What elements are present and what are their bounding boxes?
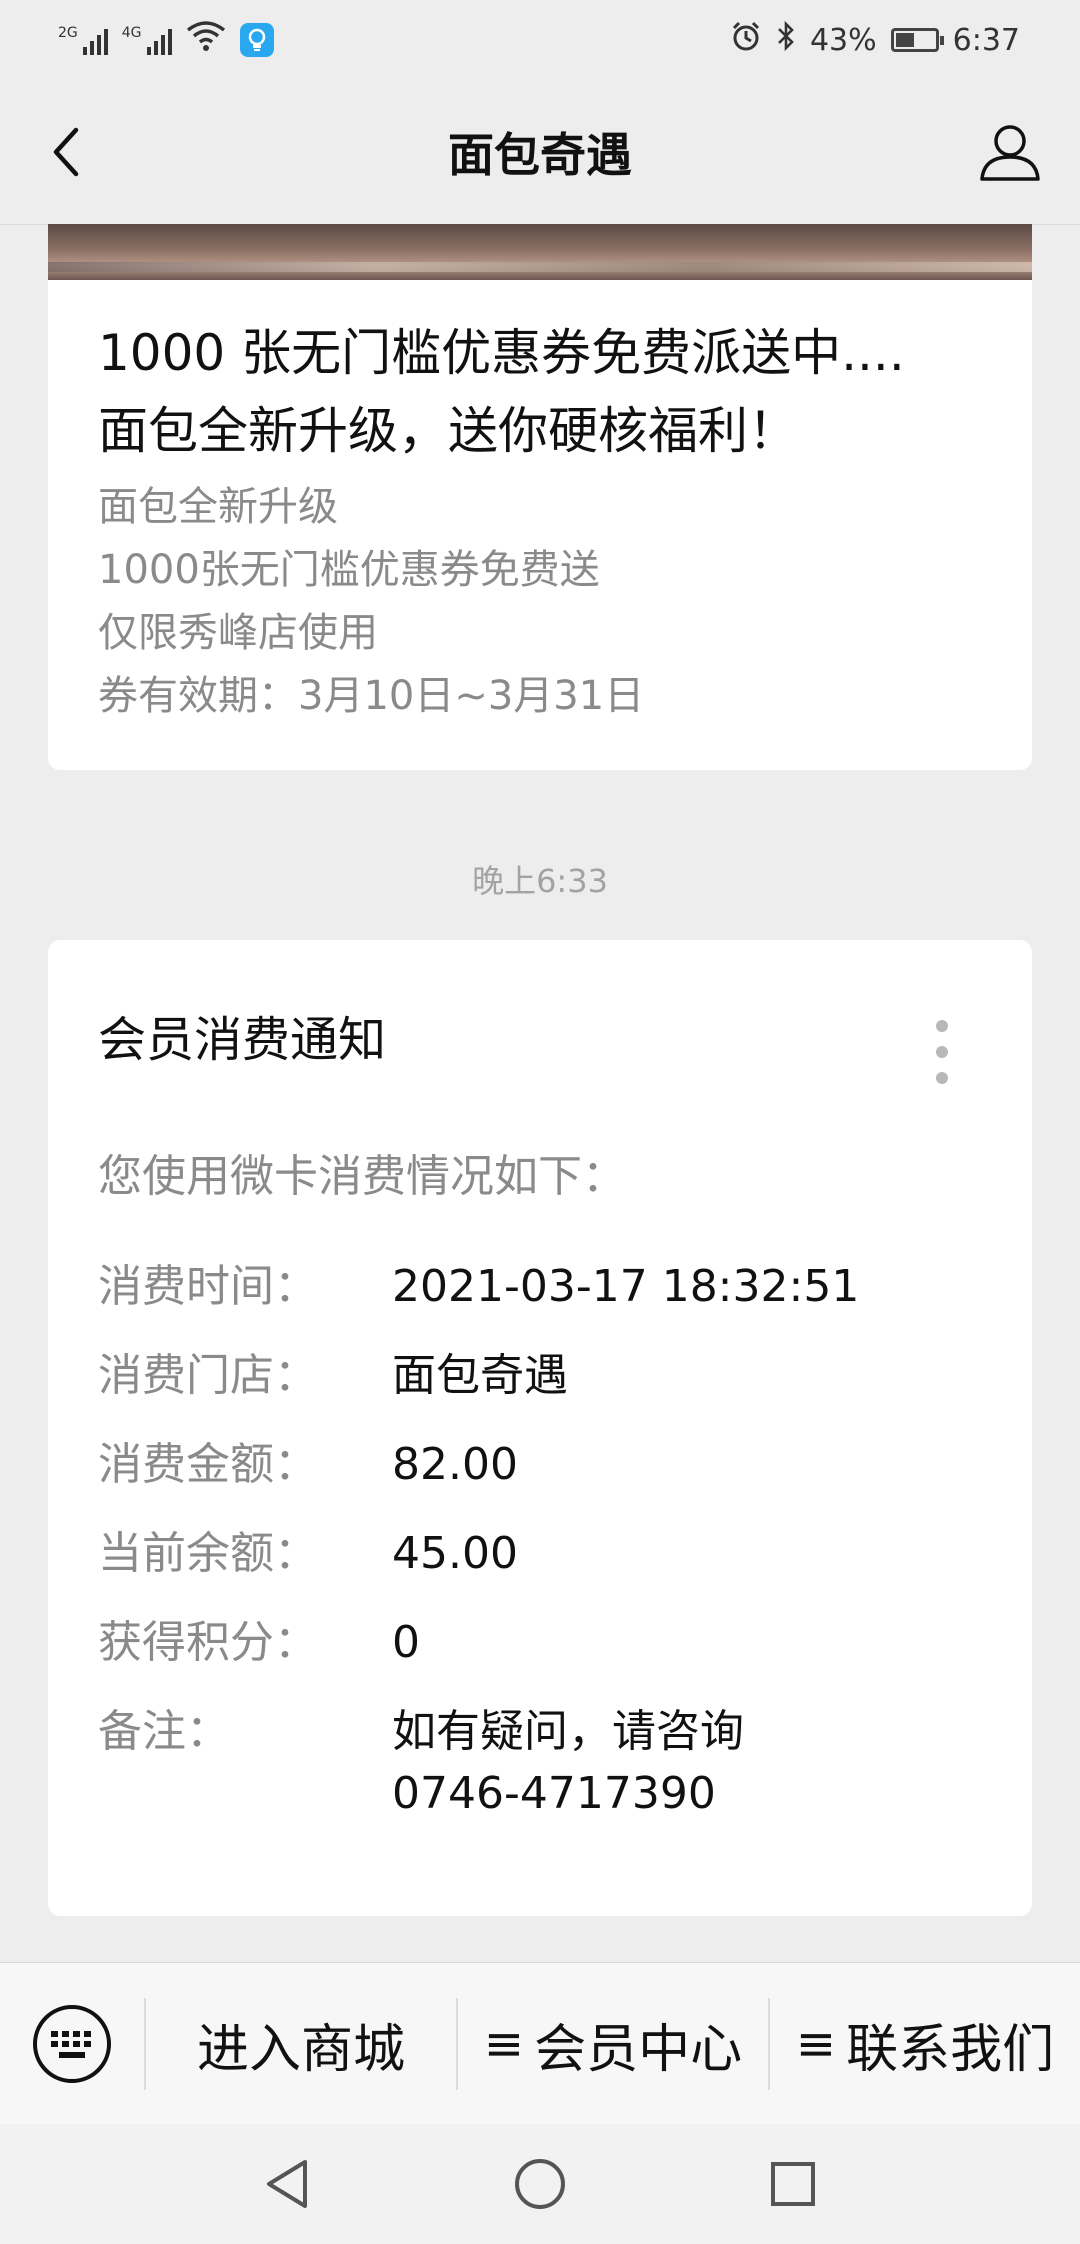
detail-label: 消费时间： [98,1261,318,1312]
phone-number[interactable]: 0746-4717390 [392,1763,744,1825]
detail-label: 消费金额： [98,1439,318,1490]
page-title: 面包奇遇 [448,128,632,182]
bluetooth-icon [776,20,796,60]
cell-signal-icon: 2G [58,25,108,55]
detail-label: 备注： [98,1706,230,1757]
detail-label: 获得积分： [98,1617,318,1668]
square-recents-icon [771,2162,816,2206]
lightbulb-icon [239,23,274,57]
profile-button[interactable] [974,116,1046,188]
detail-value: 45.00 [392,1528,518,1579]
hamburger-icon: ≡ [795,2016,837,2072]
keyboard-toggle-button[interactable] [0,1963,144,2125]
triangle-back-icon [266,2160,307,2208]
battery-icon [890,28,944,52]
system-home-button[interactable] [508,2152,572,2216]
cell-signal-icon: 4G [122,25,172,55]
status-bar: 2G 4G 43% 6:37 [0,0,1080,80]
chevron-left-icon [53,127,79,177]
system-recents-button[interactable] [761,2152,825,2216]
detail-row-amount: 消费金额： 82.00 [98,1434,998,1496]
article-title-line: 面包全新升级，送你硬核福利！ [98,402,798,460]
detail-value: 2021-03-17 18:32:51 [392,1261,860,1312]
menu-item-label: 会员中心 [534,2019,743,2080]
detail-row-points: 获得积分： 0 [98,1612,998,1674]
detail-label: 消费门店： [98,1350,318,1401]
status-left: 2G 4G [58,20,274,61]
menu-item-contact[interactable]: ≡ 联系我们 [770,1963,1080,2125]
system-back-button[interactable] [255,2152,319,2216]
battery-percent: 43% [809,22,877,58]
nav-bar: 面包奇遇 [0,80,1080,225]
detail-row-remark: 备注： 如有疑问，请咨询 0746-4717390 [98,1701,998,1825]
detail-row-balance: 当前余额： 45.00 [98,1523,998,1585]
detail-value: 0 [392,1617,420,1668]
alarm-icon [730,20,762,60]
notification-card[interactable]: 会员消费通知 您使用微卡消费情况如下： 消费时间： 2021-03-17 18:… [48,940,1032,1916]
signal-type-label: 4G [121,25,142,41]
more-vertical-icon [936,1020,948,1084]
keyboard-icon [33,2005,111,2083]
menu-item-label: 进入商城 [196,2019,405,2080]
circle-home-icon [514,2159,565,2209]
article-desc-line: 券有效期：3月10日~3月31日 [98,673,645,719]
article-cover-image [48,224,1032,280]
status-right: 43% 6:37 [730,20,1020,60]
article-desc-line: 仅限秀峰店使用 [98,610,378,656]
system-nav-bar [0,2124,1080,2244]
detail-value: 82.00 [392,1439,518,1490]
detail-row-store: 消费门店： 面包奇遇 [98,1345,998,1407]
menu-item-member-center[interactable]: ≡ 会员中心 [458,1963,768,2125]
menu-item-label: 联系我们 [846,2019,1055,2080]
article-title: 1000 张无门槛优惠券免费派送中.... 面包全新升级，送你硬核福利！ [98,314,998,470]
message-timestamp: 晚上6:33 [472,862,608,900]
remark-line: 如有疑问，请咨询 [392,1706,744,1757]
wifi-icon [186,20,226,61]
hamburger-icon: ≡ [483,2016,525,2072]
detail-value: 如有疑问，请咨询 0746-4717390 [392,1701,744,1825]
signal-type-label: 2G [58,25,78,41]
bottom-menu-bar: 进入商城 ≡ 会员中心 ≡ 联系我们 [0,1962,1080,2125]
notification-intro: 您使用微卡消费情况如下： [98,1151,626,1202]
detail-value: 面包奇遇 [392,1350,568,1401]
article-desc-line: 面包全新升级 [98,484,338,530]
detail-row-time: 消费时间： 2021-03-17 18:32:51 [98,1256,998,1318]
menu-item-mall[interactable]: 进入商城 [146,1963,456,2125]
more-options-button[interactable] [932,1020,952,1084]
detail-label: 当前余额： [98,1528,318,1579]
article-description: 面包全新升级 1000张无门槛优惠券免费送 仅限秀峰店使用 券有效期：3月10日… [98,476,998,728]
notification-title: 会员消费通知 [98,1012,387,1068]
back-button[interactable] [34,120,98,184]
person-icon [980,125,1040,181]
article-title-line: 1000 张无门槛优惠券免费派送中.... [98,324,905,382]
clock: 6:37 [952,22,1020,58]
article-desc-line: 1000张无门槛优惠券免费送 [98,547,600,593]
article-card[interactable]: 1000 张无门槛优惠券免费派送中.... 面包全新升级，送你硬核福利！ 面包全… [48,224,1032,770]
